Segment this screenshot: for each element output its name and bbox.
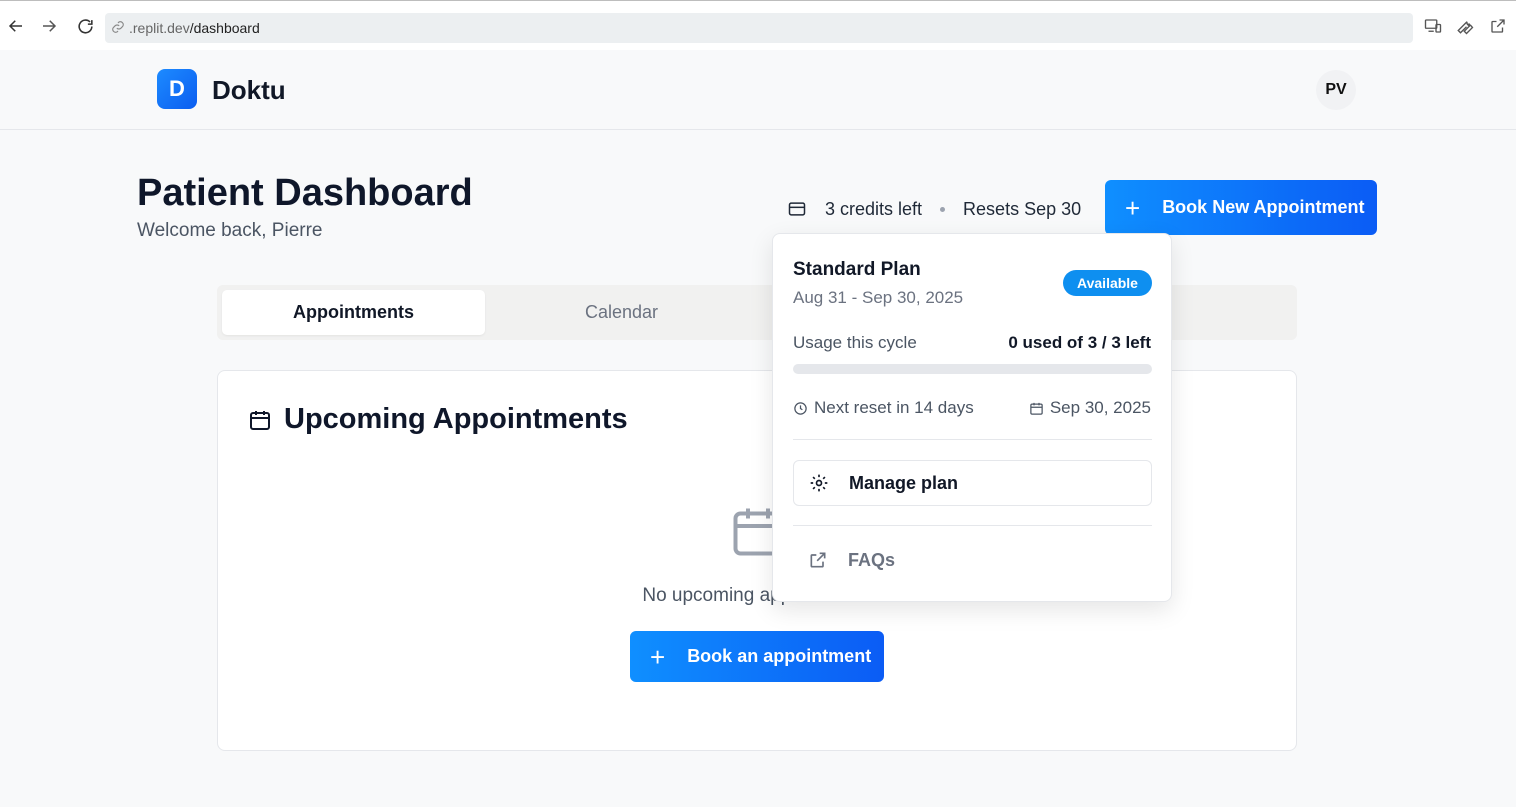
- book-appointment-button[interactable]: + Book an appointment: [630, 631, 884, 682]
- faqs-link[interactable]: FAQs: [793, 544, 895, 576]
- calendar-icon: [248, 407, 274, 433]
- link-icon: [111, 20, 125, 37]
- plan-name: Standard Plan: [793, 259, 921, 280]
- open-external-icon[interactable]: [1488, 16, 1508, 36]
- usage-value: 0 used of 3 / 3 left: [1008, 333, 1151, 352]
- next-reset-text: Next reset in 14 days: [814, 398, 974, 417]
- usage-progress-bar: [793, 364, 1152, 374]
- wrench-icon[interactable]: [1455, 16, 1475, 36]
- credit-card-icon: [787, 199, 807, 219]
- status-badge: Available: [1063, 270, 1152, 296]
- plan-dates: Aug 31 - Sep 30, 2025: [793, 288, 964, 307]
- manage-plan-button[interactable]: Manage plan: [793, 460, 1152, 506]
- avatar[interactable]: PV: [1316, 70, 1356, 110]
- forward-arrow-icon[interactable]: [37, 14, 61, 38]
- resets-date: Resets Sep 30: [963, 198, 1082, 219]
- external-link-icon: [808, 550, 828, 570]
- tab-appointments[interactable]: Appointments: [222, 290, 485, 335]
- clock-icon: [793, 401, 808, 416]
- address-bar[interactable]: .replit.dev/dashboard: [105, 13, 1413, 43]
- plus-icon: +: [1125, 192, 1141, 223]
- reset-date-text: Sep 30, 2025: [1049, 398, 1151, 417]
- app-header: D Doktu PV: [0, 50, 1516, 130]
- url-path: /dashboard: [189, 20, 260, 36]
- calendar-icon: [1029, 401, 1044, 416]
- reset-date: Sep 30, 2025: [1029, 398, 1151, 418]
- separator-dot: [940, 206, 946, 212]
- reload-icon[interactable]: [73, 14, 97, 38]
- divider: [793, 525, 1152, 526]
- browser-toolbar: .replit.dev/dashboard: [0, 0, 1516, 50]
- divider: [793, 439, 1152, 440]
- gear-icon: [809, 473, 829, 493]
- next-reset: Next reset in 14 days: [793, 398, 974, 418]
- plus-icon: +: [650, 641, 666, 672]
- card-title-text: Upcoming Appointments: [284, 403, 628, 435]
- usage-label: Usage this cycle: [793, 333, 917, 352]
- devices-icon[interactable]: [1423, 16, 1443, 36]
- card-title: Upcoming Appointments: [248, 403, 628, 436]
- welcome-text: Welcome back, Pierre: [137, 220, 323, 241]
- credits-left: 3 credits left: [825, 198, 923, 219]
- book-new-label: Book New Appointment: [1162, 197, 1365, 217]
- tab-calendar[interactable]: Calendar: [490, 290, 753, 335]
- manage-plan-label: Manage plan: [849, 472, 959, 493]
- faqs-label: FAQs: [848, 549, 896, 570]
- plan-popover: Standard Plan Aug 31 - Sep 30, 2025 Avai…: [772, 233, 1172, 602]
- back-arrow-icon[interactable]: [4, 14, 28, 38]
- brand-name[interactable]: Doktu: [212, 75, 286, 106]
- logo[interactable]: D: [157, 69, 197, 109]
- url-domain: .replit.dev: [129, 20, 190, 36]
- page-title: Patient Dashboard: [137, 172, 473, 214]
- book-appointment-label: Book an appointment: [687, 646, 872, 666]
- credits-indicator[interactable]: 3 credits left Resets Sep 30: [787, 196, 1081, 222]
- book-new-appointment-button[interactable]: + Book New Appointment: [1105, 180, 1377, 235]
